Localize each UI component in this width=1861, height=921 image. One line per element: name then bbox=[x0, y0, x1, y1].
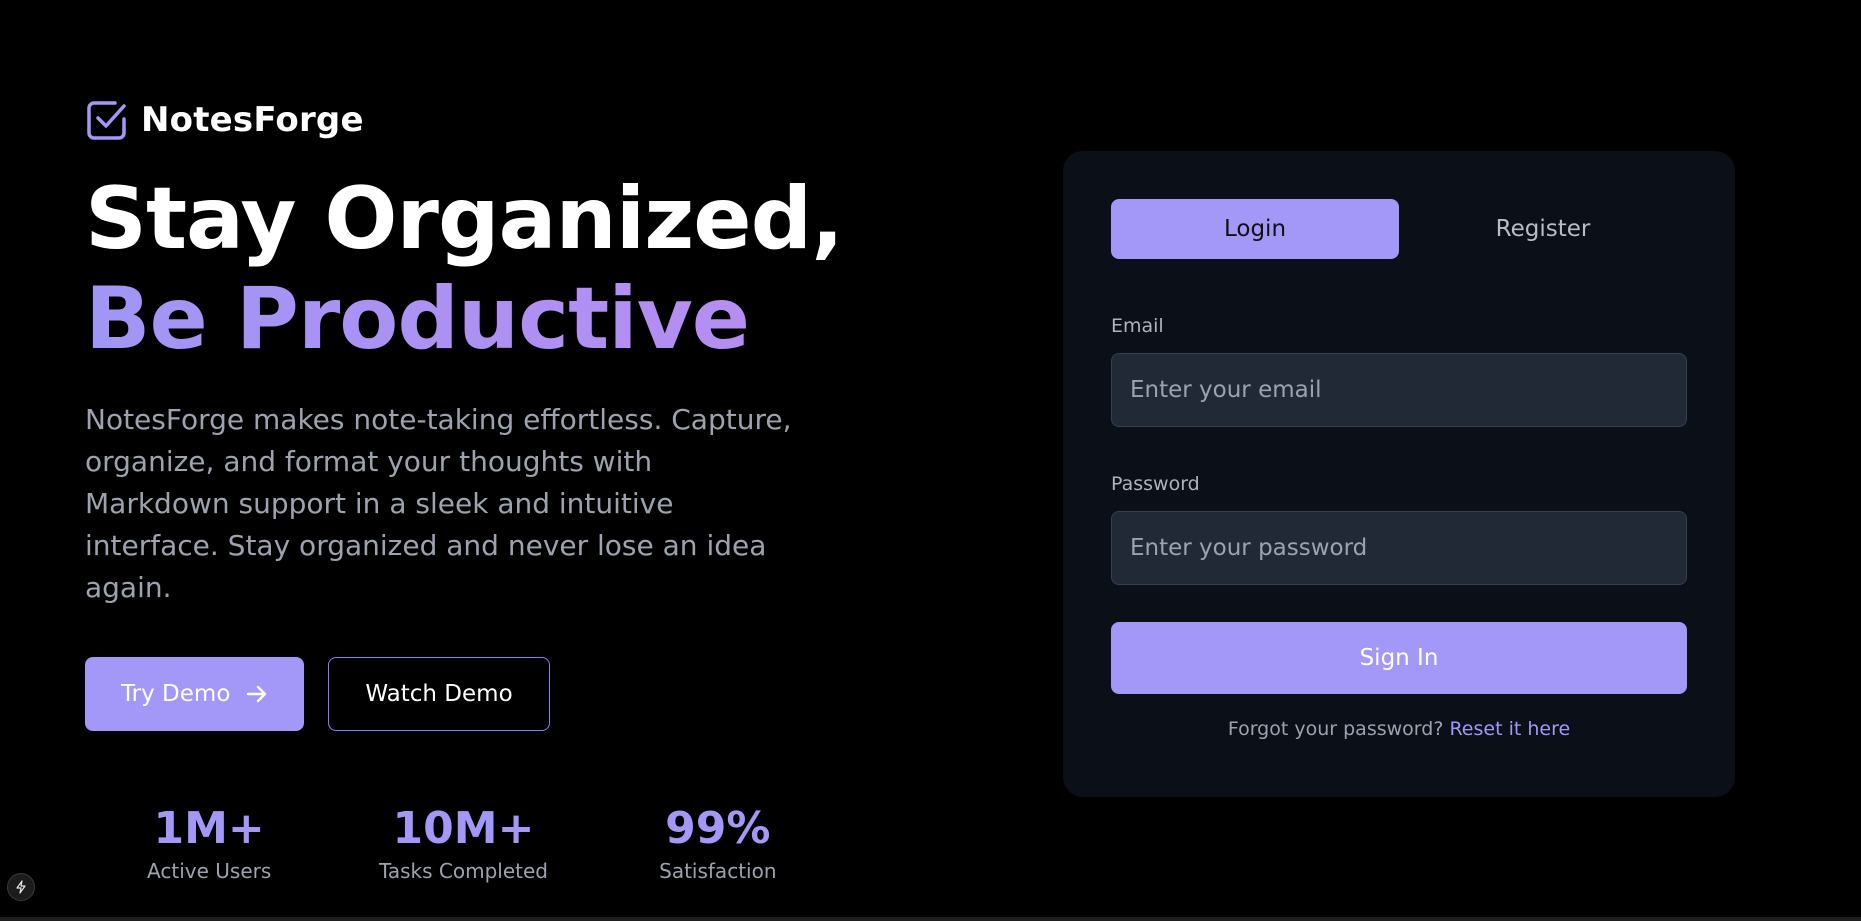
stat-satisfaction: 99% Satisfaction bbox=[591, 803, 845, 884]
password-label: Password bbox=[1111, 473, 1200, 495]
stat-label: Tasks Completed bbox=[378, 859, 548, 883]
stat-value: 99% bbox=[665, 803, 771, 854]
headline-line-1: Stay Organized, bbox=[85, 169, 844, 269]
brand-name: NotesForge bbox=[141, 100, 364, 140]
headline-line-2: Be Productive bbox=[85, 269, 845, 369]
tab-register[interactable]: Register bbox=[1399, 199, 1687, 259]
stat-value: 1M+ bbox=[153, 803, 265, 854]
cta-row: Try Demo Watch Demo bbox=[85, 657, 845, 731]
auth-tabs: Login Register bbox=[1111, 199, 1687, 259]
stat-tasks-completed: 10M+ Tasks Completed bbox=[336, 803, 590, 884]
arrow-right-icon bbox=[247, 685, 267, 703]
checkbox-icon bbox=[87, 101, 126, 140]
auth-card: Login Register Email Password Sign In Fo… bbox=[1063, 151, 1735, 797]
stats-row: 1M+ Active Users 10M+ Tasks Completed 99… bbox=[82, 803, 845, 884]
email-label: Email bbox=[1111, 315, 1164, 337]
password-field[interactable] bbox=[1111, 511, 1687, 585]
tab-login[interactable]: Login bbox=[1111, 199, 1399, 259]
hero-headline: Stay Organized, Be Productive bbox=[85, 169, 845, 369]
lightning-bolt-icon bbox=[16, 880, 26, 894]
watch-demo-label: Watch Demo bbox=[365, 681, 513, 707]
try-demo-button[interactable]: Try Demo bbox=[85, 657, 305, 731]
forgot-password-row: Forgot your password? Reset it here bbox=[1111, 718, 1687, 740]
bottom-edge bbox=[0, 917, 1861, 921]
landing-page: NotesForge Stay Organized, Be Productive… bbox=[0, 0, 1861, 921]
watch-demo-button[interactable]: Watch Demo bbox=[328, 657, 550, 731]
email-field[interactable] bbox=[1111, 353, 1687, 427]
brand[interactable]: NotesForge bbox=[85, 95, 845, 145]
hero-section: NotesForge Stay Organized, Be Productive… bbox=[85, 95, 845, 883]
dev-tools-badge[interactable] bbox=[7, 873, 35, 901]
stat-label: Satisfaction bbox=[659, 859, 777, 883]
forgot-password-text: Forgot your password? bbox=[1227, 718, 1444, 740]
try-demo-label: Try Demo bbox=[121, 681, 231, 707]
stat-label: Active Users bbox=[147, 859, 272, 883]
hero-description: NotesForge makes note-taking effortless.… bbox=[85, 403, 792, 604]
stat-active-users: 1M+ Active Users bbox=[82, 803, 336, 884]
sign-in-button[interactable]: Sign In bbox=[1111, 622, 1687, 694]
reset-password-link[interactable]: Reset it here bbox=[1449, 718, 1570, 740]
stat-value: 10M+ bbox=[392, 803, 535, 854]
